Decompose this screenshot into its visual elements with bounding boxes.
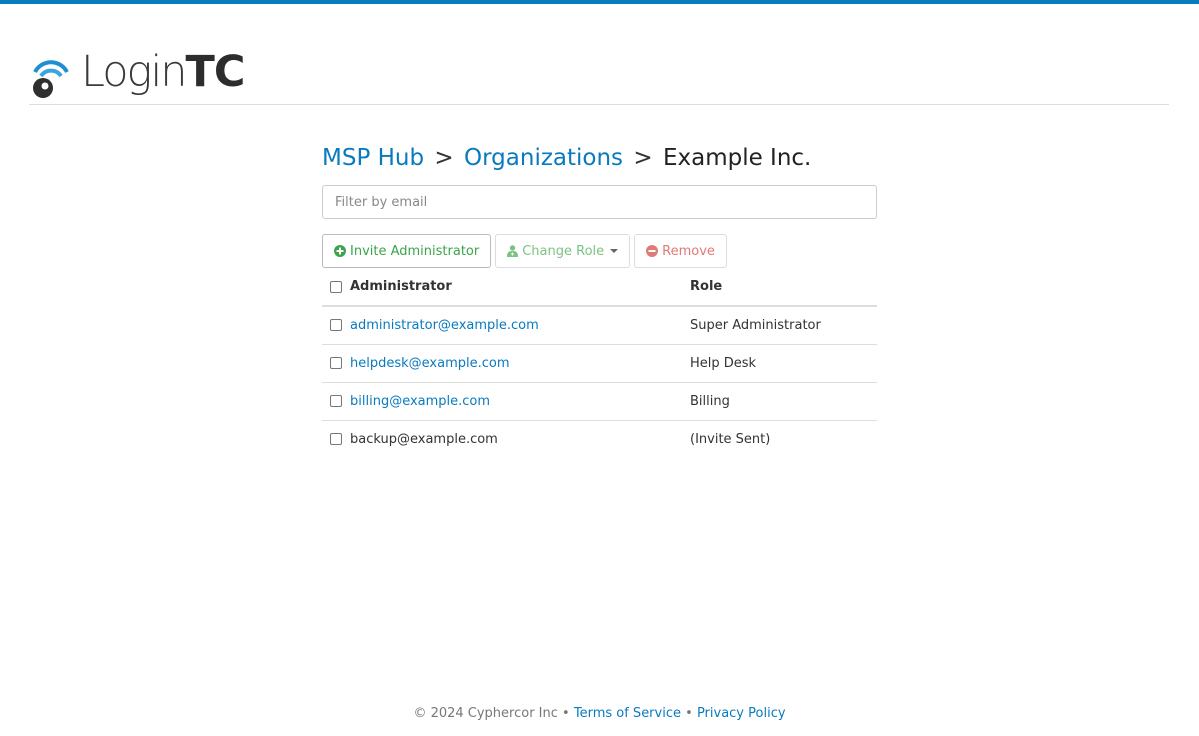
main-content: MSP Hub > Organizations > Example Inc. I… <box>322 140 877 458</box>
remove-label: Remove <box>662 243 715 259</box>
logo-text-bold: TC <box>185 47 246 97</box>
footer: © 2024 Cyphercor Inc • Terms of Service … <box>0 703 1199 725</box>
invite-administrator-button[interactable]: Invite Administrator <box>322 234 492 268</box>
administrators-table: Administrator Role administrator@example… <box>322 268 877 458</box>
breadcrumb: MSP Hub > Organizations > Example Inc. <box>322 140 877 176</box>
logo-text-light: Login <box>81 47 188 97</box>
breadcrumb-organizations[interactable]: Organizations <box>464 145 623 171</box>
admin-email-text: backup@example.com <box>350 431 498 447</box>
row-checkbox[interactable] <box>330 395 342 407</box>
column-header-administrator-label: Administrator <box>350 279 452 294</box>
role-cell: Help Desk <box>682 344 877 383</box>
column-header-role: Role <box>682 268 877 307</box>
row-checkbox[interactable] <box>330 357 342 369</box>
role-cell: (Invite Sent) <box>690 431 771 447</box>
remove-button[interactable]: Remove <box>634 234 727 268</box>
logo[interactable]: LoginTC <box>29 42 245 100</box>
logintc-signal-icon <box>33 60 69 98</box>
minus-circle-icon <box>646 245 659 257</box>
top-accent-bar <box>0 0 1199 4</box>
change-role-button[interactable]: Change Role <box>495 234 631 268</box>
logo-wordmark: LoginTC <box>81 51 245 94</box>
breadcrumb-separator: > <box>434 145 454 171</box>
admin-email-link[interactable]: billing@example.com <box>350 394 490 409</box>
user-md-icon <box>507 245 519 257</box>
breadcrumb-msp-hub[interactable]: MSP Hub <box>322 145 424 171</box>
select-all-checkbox[interactable] <box>330 280 342 293</box>
caret-down-icon <box>610 249 619 253</box>
table-row: helpdesk@example.com Help Desk <box>322 344 877 383</box>
footer-bullet: • <box>562 706 570 721</box>
table-header-row: Administrator Role <box>322 268 877 307</box>
admin-cell: helpdesk@example.com <box>322 344 682 383</box>
breadcrumb-current: Example Inc. <box>662 145 812 171</box>
table-row: billing@example.com Billing <box>322 382 877 421</box>
role-cell: Super Administrator <box>682 306 877 345</box>
change-role-label: Change Role <box>522 243 605 259</box>
breadcrumb-separator: > <box>633 145 653 171</box>
admin-cell: billing@example.com <box>322 382 682 421</box>
table-row: backup@example.com (Invite Sent) <box>322 420 877 458</box>
filter-email-input[interactable] <box>322 185 877 219</box>
admin-email-link[interactable]: administrator@example.com <box>350 318 539 333</box>
toolbar: Invite Administrator Change Role Remove <box>322 234 877 268</box>
role-cell: Billing <box>682 382 877 421</box>
terms-of-service-link[interactable]: Terms of Service <box>574 706 681 721</box>
admin-cell: administrator@example.com <box>322 306 682 345</box>
row-checkbox[interactable] <box>330 433 342 446</box>
invite-administrator-label: Invite Administrator <box>350 243 480 259</box>
plus-circle-icon <box>334 245 346 257</box>
header: LoginTC <box>29 40 1169 105</box>
footer-bullet: • <box>685 706 693 721</box>
column-header-administrator: Administrator <box>322 268 682 307</box>
admin-email-link[interactable]: helpdesk@example.com <box>350 356 510 371</box>
row-checkbox[interactable] <box>330 319 342 332</box>
copyright-text: © 2024 Cyphercor Inc <box>413 706 558 721</box>
privacy-policy-link[interactable]: Privacy Policy <box>697 706 786 721</box>
table-row: administrator@example.com Super Administ… <box>322 306 877 345</box>
admin-cell: backup@example.com <box>322 420 682 458</box>
